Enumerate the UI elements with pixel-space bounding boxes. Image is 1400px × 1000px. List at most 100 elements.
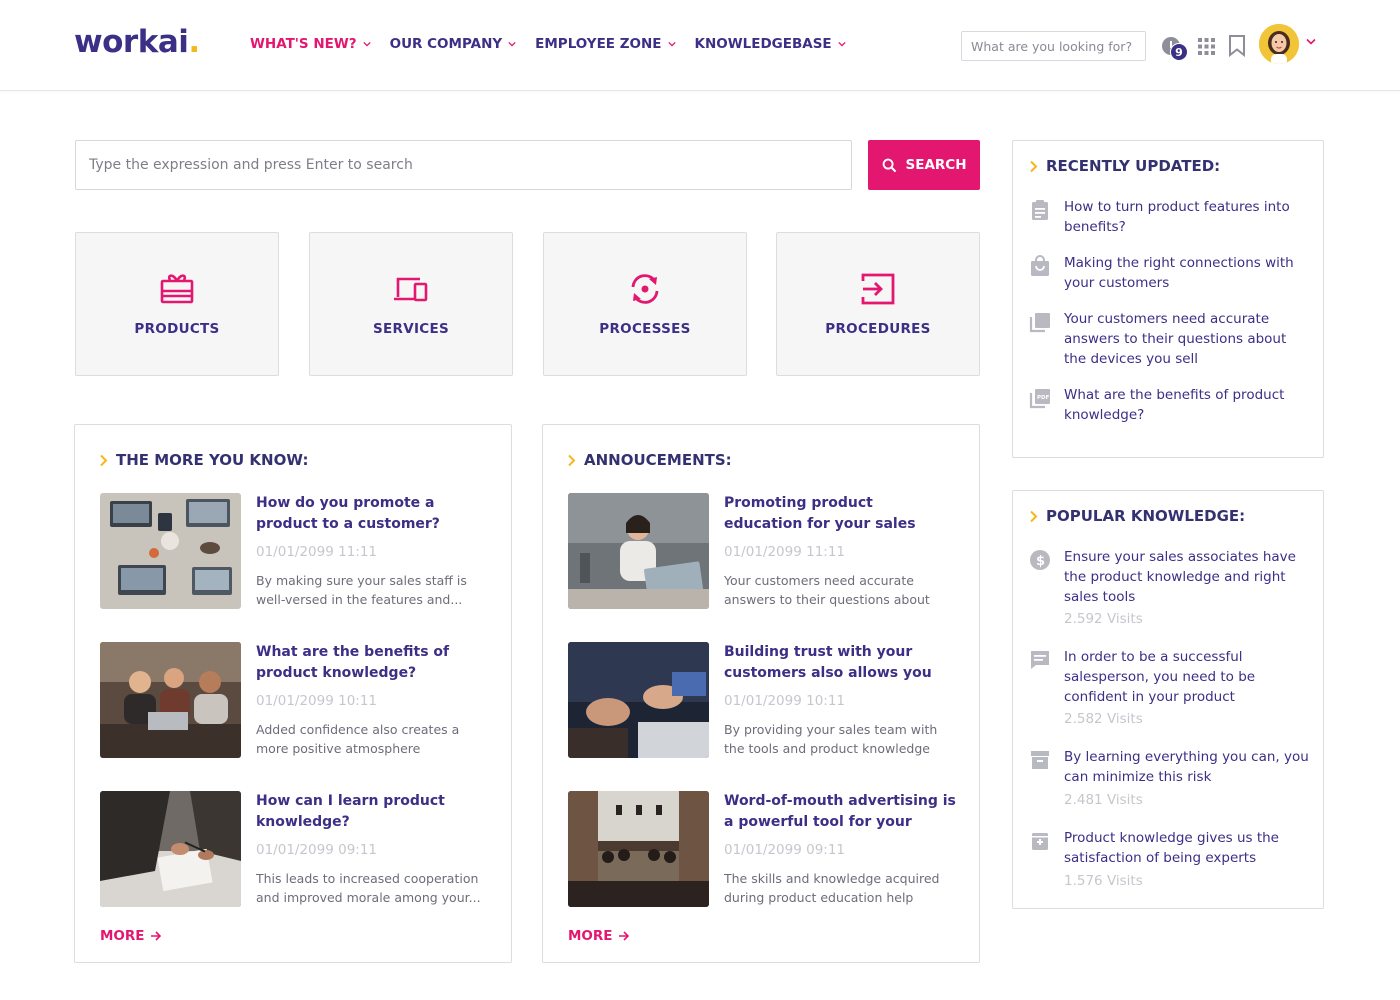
- article-excerpt: Added confidence also creates a more pos…: [256, 722, 460, 756]
- popular-item-text[interactable]: Ensure your sales associates have the pr…: [1064, 547, 1310, 607]
- article-date: 01/01/2099 09:11: [256, 842, 378, 858]
- popular-item-text[interactable]: Product knowledge gives us the satisfact…: [1064, 828, 1310, 868]
- office-desk-image: [100, 493, 241, 609]
- notification-badge[interactable]: 9: [1170, 43, 1188, 61]
- card-title: POPULAR KNOWLEDGE:: [1029, 507, 1245, 525]
- clipboard-icon: [1032, 200, 1048, 220]
- arrow-right-icon: [618, 931, 629, 941]
- article-item[interactable]: How do you promote a product to a custom…: [100, 493, 490, 611]
- article-thumbnail[interactable]: [100, 642, 241, 758]
- article-date: 01/01/2099 09:11: [724, 842, 846, 858]
- team-meeting-image: [100, 642, 241, 758]
- article-title[interactable]: What are the benefits of product knowled…: [256, 642, 488, 684]
- card-title-text: RECENTLY UPDATED:: [1046, 157, 1221, 175]
- chevron-right-icon: [100, 454, 108, 466]
- login-icon: [861, 273, 895, 305]
- article-title[interactable]: Building trust with your customers also …: [724, 642, 956, 684]
- recent-item-text[interactable]: Making the right connections with your c…: [1064, 253, 1310, 293]
- nav-knowledgebase[interactable]: KNOWLEDGEBASE: [695, 36, 846, 52]
- category-products[interactable]: PRODUCTS: [75, 232, 279, 376]
- article-item[interactable]: What are the benefits of product knowled…: [100, 642, 490, 760]
- category-services[interactable]: SERVICES: [309, 232, 513, 376]
- workai-logo[interactable]: workai.: [74, 24, 200, 60]
- svg-text:PDF: PDF: [1037, 395, 1050, 401]
- user-avatar[interactable]: [1259, 24, 1299, 64]
- article-thumbnail[interactable]: [568, 642, 709, 758]
- apps-grid-icon[interactable]: [1198, 38, 1215, 55]
- chevron-right-icon: [1030, 160, 1038, 172]
- chevron-down-icon[interactable]: [1306, 38, 1316, 46]
- article-title[interactable]: How do you promote a product to a custom…: [256, 493, 488, 535]
- nav-label: EMPLOYEE ZONE: [535, 36, 662, 52]
- category-processes[interactable]: PROCESSES: [543, 232, 747, 376]
- category-procedures[interactable]: PROCEDURES: [776, 232, 980, 376]
- dollar-icon: $: [1030, 550, 1050, 570]
- visit-count: 2.481 Visits: [1064, 792, 1143, 808]
- conference-room-image: [568, 791, 709, 907]
- popular-knowledge-card: POPULAR KNOWLEDGE: $ Ensure your sales a…: [1012, 490, 1324, 909]
- avatar-image: [1259, 24, 1299, 64]
- recent-item-text[interactable]: What are the benefits of product knowled…: [1064, 385, 1310, 425]
- gift-icon: [160, 274, 194, 304]
- nav-employee-zone[interactable]: EMPLOYEE ZONE: [535, 36, 676, 52]
- header-search-input[interactable]: [961, 31, 1146, 61]
- recently-updated-card: RECENTLY UPDATED: How to turn product fe…: [1012, 140, 1324, 458]
- article-title[interactable]: Promoting product education for your sal…: [724, 493, 956, 535]
- popular-item-text[interactable]: In order to be a successful salesperson,…: [1064, 647, 1310, 707]
- nav-whats-new[interactable]: WHAT'S NEW?: [250, 36, 371, 52]
- search-icon: [882, 158, 896, 172]
- recent-item-text[interactable]: Your customers need accurate answers to …: [1064, 309, 1310, 369]
- pdf-icon: PDF: [1029, 389, 1050, 409]
- nav-label: KNOWLEDGEBASE: [694, 36, 832, 52]
- card-title-text: POPULAR KNOWLEDGE:: [1046, 507, 1246, 525]
- svg-text:$: $: [1036, 554, 1045, 569]
- tile-label: PROCEDURES: [825, 321, 931, 337]
- knowledgebase-search-input[interactable]: [75, 140, 852, 190]
- article-excerpt: By providing your sales team with the to…: [724, 722, 938, 756]
- article-thumbnail[interactable]: [100, 791, 241, 907]
- article-date: 01/01/2099 10:11: [724, 693, 846, 709]
- nav-label: OUR COMPANY: [389, 36, 503, 52]
- article-excerpt: Your customers need accurate answers to …: [724, 573, 930, 607]
- writing-notes-image: [100, 791, 241, 907]
- chevron-right-icon: [568, 454, 576, 466]
- article-item[interactable]: How can I learn product knowledge? 01/01…: [100, 791, 490, 909]
- article-thumbnail[interactable]: [568, 493, 709, 609]
- bookmark-icon[interactable]: [1228, 35, 1246, 57]
- visit-count: 2.582 Visits: [1064, 711, 1143, 727]
- article-thumbnail[interactable]: [568, 791, 709, 907]
- article-excerpt: By making sure your sales staff is well-…: [256, 573, 467, 607]
- announcement-item[interactable]: Building trust with your customers also …: [568, 642, 958, 760]
- more-label: MORE: [568, 928, 613, 944]
- card-title: ANNOUCEMENTS:: [567, 451, 732, 469]
- visit-count: 2.592 Visits: [1064, 611, 1143, 627]
- devices-icon: [394, 277, 428, 302]
- library-icon: [1029, 313, 1050, 333]
- article-date: 01/01/2099 11:11: [256, 544, 378, 560]
- card-title-text: ANNOUCEMENTS:: [584, 451, 732, 469]
- sync-icon: [631, 274, 659, 304]
- archive-icon: [1031, 751, 1049, 769]
- card-title: RECENTLY UPDATED:: [1029, 157, 1220, 175]
- more-you-know-more-link[interactable]: MORE: [100, 928, 162, 944]
- article-excerpt: The skills and knowledge acquired during…: [724, 871, 940, 905]
- article-thumbnail[interactable]: [100, 493, 241, 609]
- article-title[interactable]: How can I learn product knowledge?: [256, 791, 488, 833]
- announcement-item[interactable]: Promoting product education for your sal…: [568, 493, 958, 611]
- recent-item-text[interactable]: How to turn product features into benefi…: [1064, 197, 1310, 237]
- more-you-know-card: THE MORE YOU KNOW: How do you promote a …: [74, 424, 512, 963]
- article-title[interactable]: Word-of-mouth advertising is a powerful …: [724, 791, 956, 833]
- shopping-bag-icon: [1031, 255, 1049, 276]
- search-button[interactable]: SEARCH: [868, 140, 980, 190]
- chevron-down-icon: [838, 41, 846, 47]
- popular-item-text[interactable]: By learning everything you can, you can …: [1064, 747, 1310, 787]
- announcement-item[interactable]: Word-of-mouth advertising is a powerful …: [568, 791, 958, 909]
- chevron-right-icon: [1030, 510, 1038, 522]
- announcements-more-link[interactable]: MORE: [568, 928, 630, 944]
- search-button-label: SEARCH: [905, 157, 967, 173]
- top-header: workai. WHAT'S NEW? OUR COMPANY EMPLOYEE…: [0, 0, 1400, 91]
- nav-label: WHAT'S NEW?: [250, 36, 357, 52]
- nav-our-company[interactable]: OUR COMPANY: [390, 36, 517, 52]
- card-title: THE MORE YOU KNOW:: [99, 451, 308, 469]
- more-label: MORE: [100, 928, 145, 944]
